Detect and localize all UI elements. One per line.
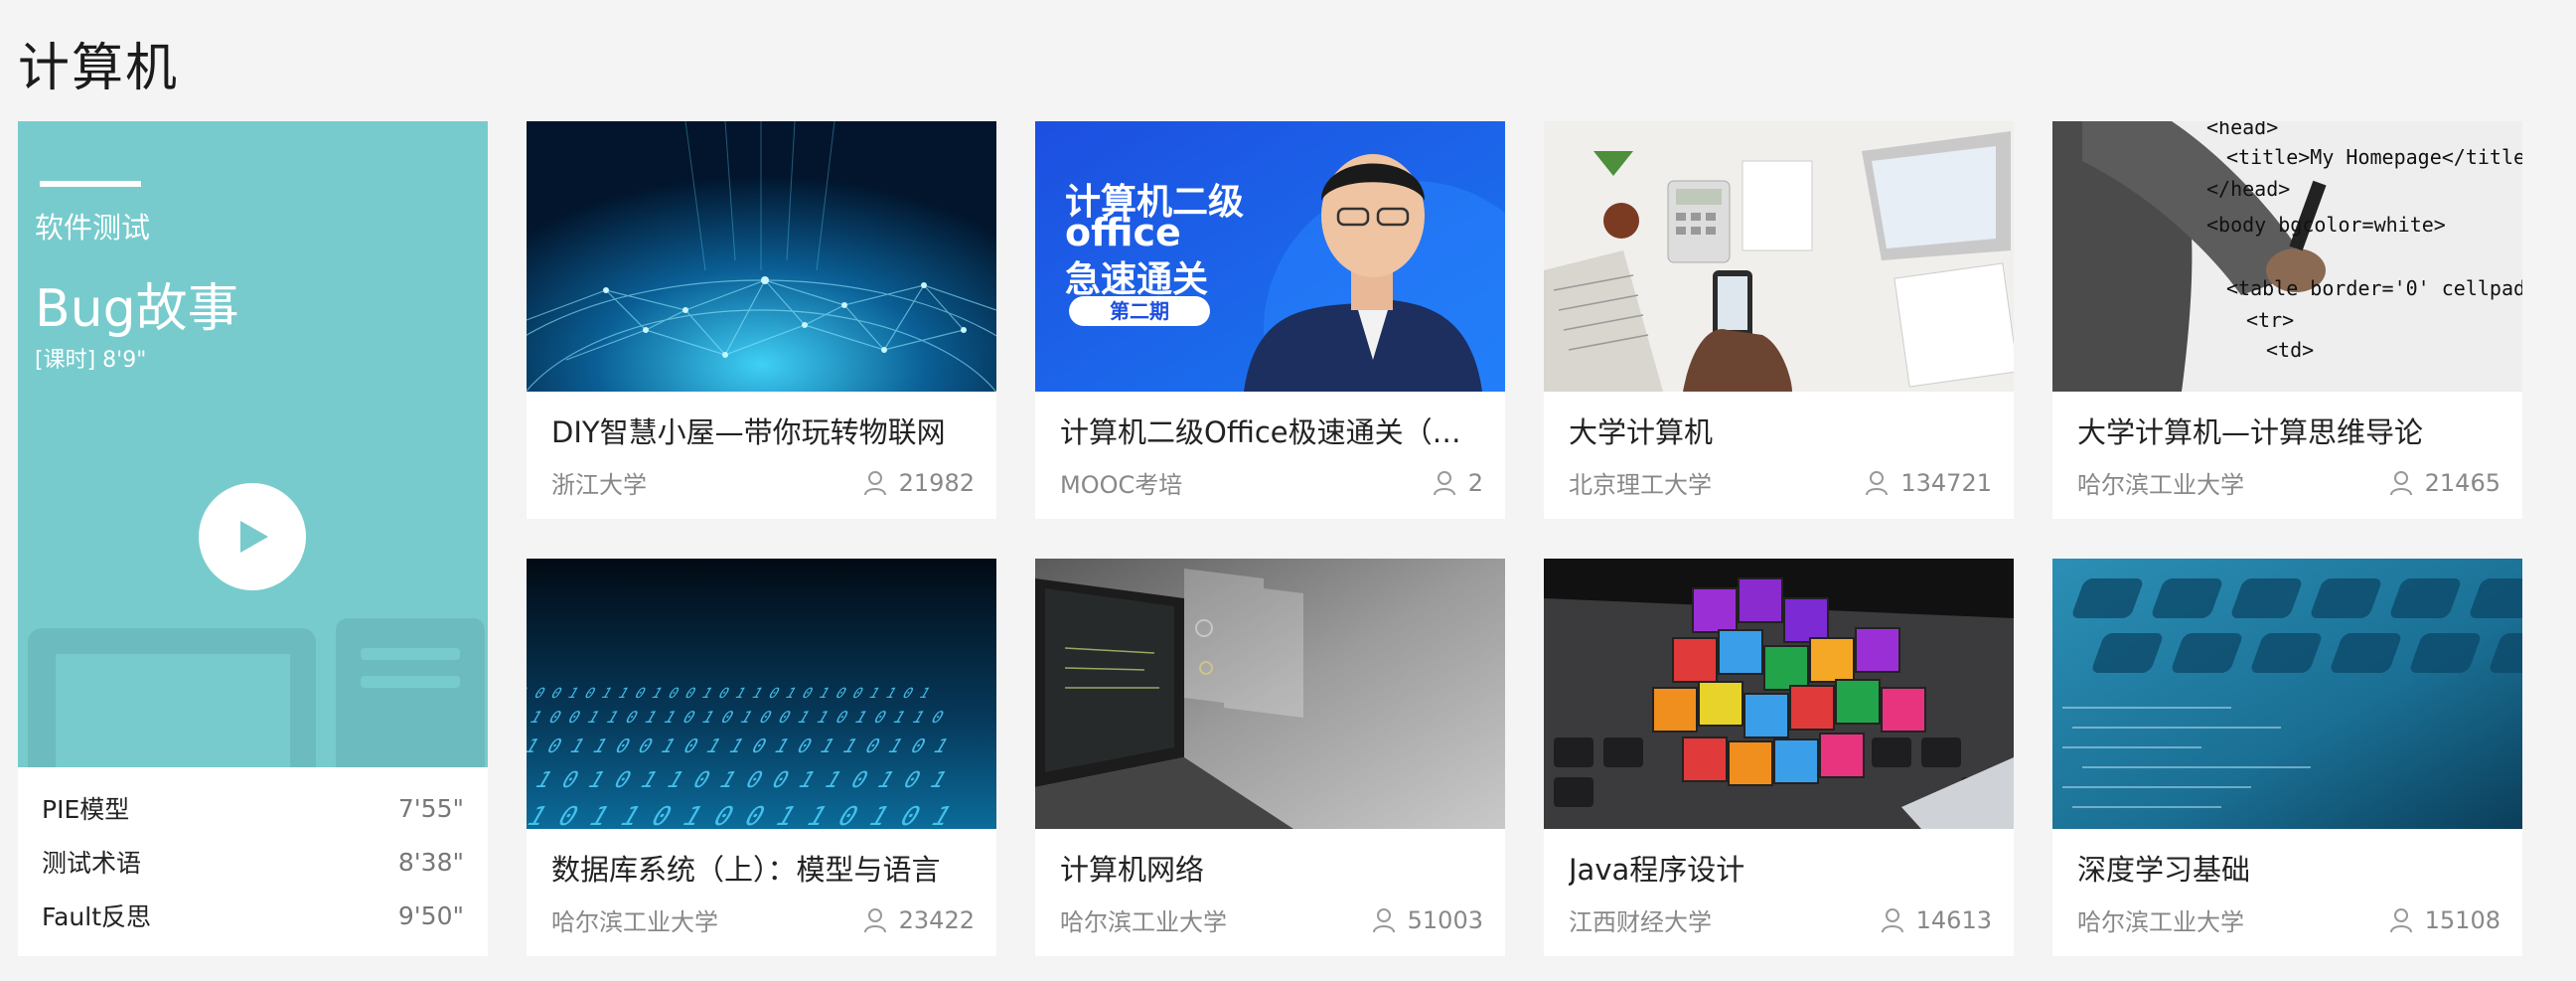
code-line: <table border='0' cellpadd [2226, 276, 2522, 300]
course-card[interactable]: 计算机网络 哈尔滨工业大学 51003 [1035, 559, 1505, 956]
svg-text:1 0 1 1 0 0 1 0 1 1 0 1 0 0 1: 1 0 1 1 0 0 1 0 1 1 0 1 0 0 1 0 1 1 0 1 … [527, 685, 934, 702]
user-icon [1881, 907, 1903, 932]
learner-count-value: 51003 [1407, 905, 1483, 934]
course-card[interactable]: 大学计算机 北京理工大学 134721 [1544, 121, 2014, 519]
course-title: 大学计算机—计算思维导论 [2077, 415, 2424, 449]
svg-text:1 0 1 0 1 1 0 1 0 0 1 1 0 1 0: 1 0 1 0 1 1 0 1 0 0 1 1 0 1 0 1 [527, 801, 958, 829]
course-school: 江西财经大学 [1569, 908, 1712, 936]
course-thumbnail: <head> <title>My Homepage</title> </head… [2052, 121, 2522, 392]
accent-bar [40, 181, 141, 187]
svg-text:0 1 1 0 1 0 0 1 1 0 1 1 0 1 0: 0 1 1 0 1 0 0 1 1 0 1 1 0 1 0 1 0 0 1 1 … [527, 709, 948, 728]
code-line: <title>My Homepage</title> [2226, 145, 2522, 169]
lesson-list: PIE模型 7'55" 测试术语 8'38" Fault反思 9'50" [18, 767, 488, 942]
code-line: <head> [2206, 121, 2279, 139]
thumbnail-badge: 第二期 [1069, 296, 1210, 326]
code-line: <tr> [2246, 308, 2295, 332]
course-meta: 北京理工大学 134721 [1569, 465, 1992, 500]
course-meta: 哈尔滨工业大学 21465 [2077, 465, 2500, 500]
course-title: 计算机二级Office极速通关（第二期） [1060, 415, 1487, 449]
learner-count-value: 2 [1467, 468, 1483, 497]
learner-count-value: 21982 [898, 468, 975, 497]
lesson-item[interactable]: PIE模型 7'55" [42, 781, 464, 835]
course-meta: MOOC考培 2 [1060, 465, 1483, 500]
course-thumbnail [1544, 121, 2014, 392]
code-line: <body bgcolor=white> [2206, 213, 2446, 237]
course-school: 哈尔滨工业大学 [1060, 908, 1227, 936]
code-line: </head> [2206, 177, 2291, 201]
user-icon [1372, 907, 1395, 932]
course-thumbnail [527, 121, 996, 392]
course-card[interactable]: 计算机二级 office 急速通关 第二期 计算机二级Office极速通关（第二… [1035, 121, 1505, 519]
course-meta: 哈尔滨工业大学 23422 [551, 902, 975, 937]
course-title: 大学计算机 [1569, 415, 1714, 449]
user-icon [2389, 907, 2412, 932]
learner-count: 14613 [1881, 906, 1992, 934]
course-card[interactable]: DIY智慧小屋—带你玩转物联网 浙江大学 21982 [527, 121, 996, 519]
lesson-duration: 7'55" [397, 793, 464, 823]
play-icon [240, 521, 268, 553]
course-school: 浙江大学 [551, 471, 647, 499]
course-title: Java程序设计 [1569, 853, 1745, 887]
user-icon [2389, 470, 2412, 495]
lesson-item[interactable]: Fault反思 9'50" [42, 889, 464, 942]
learner-count: 2 [1433, 469, 1483, 497]
play-button[interactable] [199, 483, 306, 590]
course-thumbnail: 1 0 1 1 0 0 1 0 1 1 0 1 0 0 1 0 1 1 0 1 … [527, 559, 996, 829]
course-meta: 江西财经大学 14613 [1569, 902, 1992, 937]
lesson-item[interactable]: 测试术语 8'38" [42, 835, 464, 889]
user-icon [863, 470, 886, 495]
course-school: 北京理工大学 [1569, 471, 1712, 499]
thumbnail-text-line3: 急速通关 [1065, 259, 1209, 300]
user-icon [1866, 470, 1889, 495]
course-title: 深度学习基础 [2077, 853, 2251, 887]
course-school: 哈尔滨工业大学 [551, 908, 718, 936]
learner-count-value: 134721 [1900, 468, 1992, 497]
learner-count-value: 15108 [2424, 905, 2500, 934]
course-thumbnail [1544, 559, 2014, 829]
course-title: 数据库系统（上）：模型与语言 [551, 853, 941, 887]
course-title: DIY智慧小屋—带你玩转物联网 [551, 415, 946, 449]
course-school: MOOC考培 [1060, 471, 1183, 499]
course-thumbnail: 计算机二级 office 急速通关 第二期 [1035, 121, 1505, 392]
featured-course-card[interactable]: 软件测试 Bug故事 [课时] 8'9" PIE模型 7'55" 测试术语 8'… [18, 121, 488, 956]
svg-text:1 1 0 1 0 1 1 0 0 1 0 1 1 0 1: 1 1 0 1 0 1 1 0 0 1 0 1 1 0 1 0 1 1 0 1 … [527, 735, 953, 756]
lesson-label: 测试术语 [42, 849, 142, 878]
course-card[interactable]: <head> <title>My Homepage</title> </head… [2052, 121, 2522, 519]
course-meta: 哈尔滨工业大学 51003 [1060, 902, 1483, 937]
section-title: 计算机 [18, 39, 180, 98]
lesson-duration: 8'38" [397, 847, 464, 877]
course-thumbnail [1035, 559, 1505, 829]
svg-text:0 0 1 1 0 1 0 1 1 0 1 0 0 1 1: 0 0 1 1 0 1 0 1 1 0 1 0 0 1 1 0 1 0 1 [527, 767, 953, 793]
featured-hero[interactable]: 软件测试 Bug故事 [课时] 8'9" [18, 121, 488, 767]
code-line: <td> [2266, 338, 2315, 362]
lesson-label: Fault反思 [42, 902, 151, 931]
learner-count: 21465 [2389, 469, 2500, 497]
course-thumbnail [2052, 559, 2522, 829]
course-school: 哈尔滨工业大学 [2077, 471, 2244, 499]
user-icon [1433, 470, 1455, 495]
course-meta: 哈尔滨工业大学 15108 [2077, 902, 2500, 937]
thumbnail-text-line2: office [1065, 211, 1181, 254]
course-card[interactable]: 深度学习基础 哈尔滨工业大学 15108 [2052, 559, 2522, 956]
course-meta: 浙江大学 21982 [551, 465, 975, 500]
learner-count-value: 21465 [2424, 468, 2500, 497]
featured-duration: [课时] 8'9" [35, 348, 147, 373]
learner-count-value: 14613 [1915, 905, 1992, 934]
featured-category: 软件测试 [35, 211, 151, 245]
user-icon [863, 907, 886, 932]
lesson-label: PIE模型 [42, 795, 130, 824]
learner-count: 15108 [2389, 906, 2500, 934]
learner-count: 21982 [863, 469, 975, 497]
learner-count: 134721 [1865, 469, 1992, 497]
course-card[interactable]: 1 0 1 1 0 0 1 0 1 1 0 1 0 0 1 0 1 1 0 1 … [527, 559, 996, 956]
course-school: 哈尔滨工业大学 [2077, 908, 2244, 936]
featured-title: Bug故事 [35, 279, 239, 339]
learner-count: 23422 [863, 906, 975, 934]
learner-count: 51003 [1372, 906, 1483, 934]
course-title: 计算机网络 [1060, 853, 1205, 887]
lesson-duration: 9'50" [397, 900, 464, 930]
learner-count-value: 23422 [898, 905, 975, 934]
course-card[interactable]: Java程序设计 江西财经大学 14613 [1544, 559, 2014, 956]
